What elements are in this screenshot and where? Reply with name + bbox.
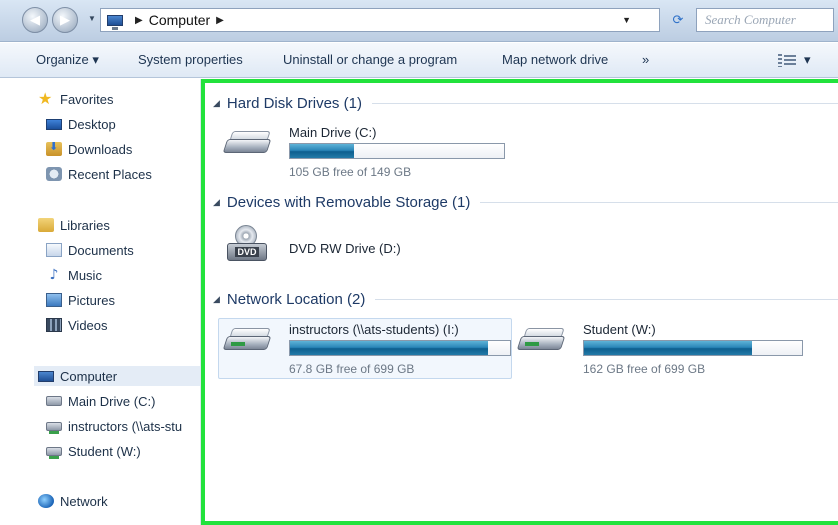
recent-places-icon (46, 167, 62, 181)
drive-usage-fill (290, 341, 488, 355)
sidebar-item-instructors[interactable]: instructors (\\ats-stu (46, 416, 200, 436)
drive-usage-bar (583, 340, 803, 356)
sidebar-item-downloads[interactable]: Downloads (46, 139, 132, 159)
navigation-pane: ★ Favorites Desktop Downloads Recent Pla… (0, 79, 201, 525)
sidebar-item-recent-places[interactable]: Recent Places (46, 164, 152, 184)
map-network-drive-button[interactable]: Map network drive (502, 52, 608, 67)
drive-name: DVD RW Drive (D:) (289, 241, 401, 256)
libraries-icon (38, 218, 54, 232)
downloads-folder-icon (46, 140, 62, 156)
network-drive-icon (222, 322, 273, 358)
drive-main-c[interactable]: Main Drive (C:) 105 GB free of 149 GB (222, 125, 513, 181)
search-input[interactable]: Search Computer (696, 8, 834, 32)
hard-drive-icon (222, 125, 273, 161)
sidebar-item-music[interactable]: ♪ Music (46, 265, 102, 285)
breadcrumb-computer[interactable]: Computer (149, 12, 210, 28)
pictures-icon (46, 293, 62, 307)
sidebar-item-label: Desktop (68, 116, 116, 132)
sidebar-item-label: Downloads (68, 141, 133, 157)
drive-name: Student (W:) (583, 322, 656, 337)
group-removable-storage[interactable]: ◢ Devices with Removable Storage (1) (213, 194, 838, 211)
sidebar-item-label: Favorites (60, 91, 114, 107)
group-divider (375, 299, 838, 300)
address-dropdown-icon[interactable]: ▼ (622, 15, 631, 25)
collapse-triangle-icon[interactable]: ◢ (213, 295, 220, 305)
desktop-icon (46, 118, 62, 130)
sidebar-item-network[interactable]: Network (38, 491, 108, 511)
group-hard-disk-drives[interactable]: ◢ Hard Disk Drives (1) (213, 95, 838, 112)
sidebar-item-libraries[interactable]: Libraries (38, 215, 110, 235)
system-properties-button[interactable]: System properties (138, 52, 243, 67)
address-field[interactable]: ▶ Computer ▶ ▼ (100, 8, 660, 32)
sidebar-item-label: Pictures (68, 292, 115, 308)
dvd-drive-icon: DVD (225, 225, 269, 265)
change-view-icon[interactable] (778, 53, 796, 68)
computer-icon (107, 14, 123, 30)
group-network-location[interactable]: ◢ Network Location (2) (213, 291, 838, 308)
drive-free-space: 105 GB free of 149 GB (289, 165, 412, 179)
back-button[interactable]: ◀ (22, 7, 48, 33)
view-options-dropdown[interactable]: ▾ (804, 52, 811, 68)
drive-usage-fill (290, 144, 355, 158)
sidebar-item-videos[interactable]: Videos (46, 315, 108, 335)
sidebar-item-label: Music (68, 267, 102, 283)
sidebar-item-label: Videos (68, 317, 108, 333)
address-bar: ◀ ▶ ▼ ▶ Computer ▶ ▼ ⟳ Search Computer (0, 0, 838, 42)
hard-drive-icon (46, 396, 62, 406)
drive-name: Main Drive (C:) (289, 125, 377, 140)
collapse-triangle-icon[interactable]: ◢ (213, 99, 220, 109)
drive-dvd-d[interactable]: DVD DVD RW Drive (D:) (223, 225, 483, 271)
drive-usage-bar (289, 340, 511, 356)
chevron-right-icon[interactable]: ▶ (135, 15, 143, 26)
documents-icon (46, 243, 62, 257)
sidebar-item-favorites[interactable]: ★ Favorites (38, 89, 113, 109)
sidebar-item-label: Student (W:) (68, 443, 141, 459)
sidebar-item-main-drive[interactable]: Main Drive (C:) (46, 391, 155, 411)
network-drive-icon (516, 322, 567, 358)
network-drive-icon (46, 421, 62, 434)
uninstall-program-button[interactable]: Uninstall or change a program (283, 52, 457, 67)
drive-student-w[interactable]: Student (W:) 162 GB free of 699 GB (516, 322, 807, 378)
more-commands-button[interactable]: » (642, 52, 649, 67)
sidebar-item-label: Recent Places (68, 166, 152, 182)
sidebar-item-label: Computer (60, 368, 118, 384)
drive-instructors-i[interactable]: instructors (\\ats-students) (I:) 67.8 G… (222, 322, 513, 378)
sidebar-item-label: Main Drive (C:) (68, 393, 156, 409)
drive-free-space: 162 GB free of 699 GB (583, 362, 706, 376)
drive-usage-bar (289, 143, 505, 159)
collapse-triangle-icon[interactable]: ◢ (213, 198, 220, 208)
chevron-right-icon[interactable]: ▶ (216, 15, 224, 26)
sidebar-item-pictures[interactable]: Pictures (46, 290, 115, 310)
sidebar-item-desktop[interactable]: Desktop (46, 114, 116, 134)
videos-icon (46, 318, 62, 332)
group-title: Hard Disk Drives (1) (226, 95, 362, 112)
star-icon: ★ (38, 89, 53, 108)
drive-list-pane: ◢ Hard Disk Drives (1) Main Drive (C:) 1… (201, 79, 838, 525)
organize-button[interactable]: Organize ▾ (36, 52, 99, 68)
group-divider (480, 202, 838, 203)
sidebar-item-computer[interactable]: Computer (34, 366, 200, 386)
sidebar-item-label: Libraries (60, 217, 110, 233)
sidebar-item-documents[interactable]: Documents (46, 240, 134, 260)
drive-name: instructors (\\ats-students) (I:) (289, 322, 459, 337)
group-title: Devices with Removable Storage (1) (226, 194, 471, 211)
group-divider (371, 103, 838, 104)
sidebar-item-student[interactable]: Student (W:) (46, 441, 141, 461)
forward-button[interactable]: ▶ (52, 7, 78, 33)
search-placeholder: Search Computer (705, 12, 796, 27)
network-drive-icon (46, 446, 62, 459)
recent-pages-dropdown[interactable]: ▼ (88, 14, 96, 23)
sidebar-item-label: Documents (68, 242, 134, 258)
drive-usage-fill (584, 341, 752, 355)
music-note-icon: ♪ (49, 267, 59, 283)
command-toolbar: Organize ▾ System properties Uninstall o… (0, 43, 838, 78)
computer-icon (38, 370, 54, 382)
network-icon (38, 494, 54, 508)
sidebar-item-label: instructors (\\ats-stu (68, 418, 183, 434)
refresh-icon[interactable]: ⟳ (664, 8, 692, 32)
sidebar-item-label: Network (60, 493, 108, 509)
drive-free-space: 67.8 GB free of 699 GB (289, 362, 415, 376)
dvd-badge: DVD (235, 247, 259, 257)
group-title: Network Location (2) (226, 291, 366, 308)
